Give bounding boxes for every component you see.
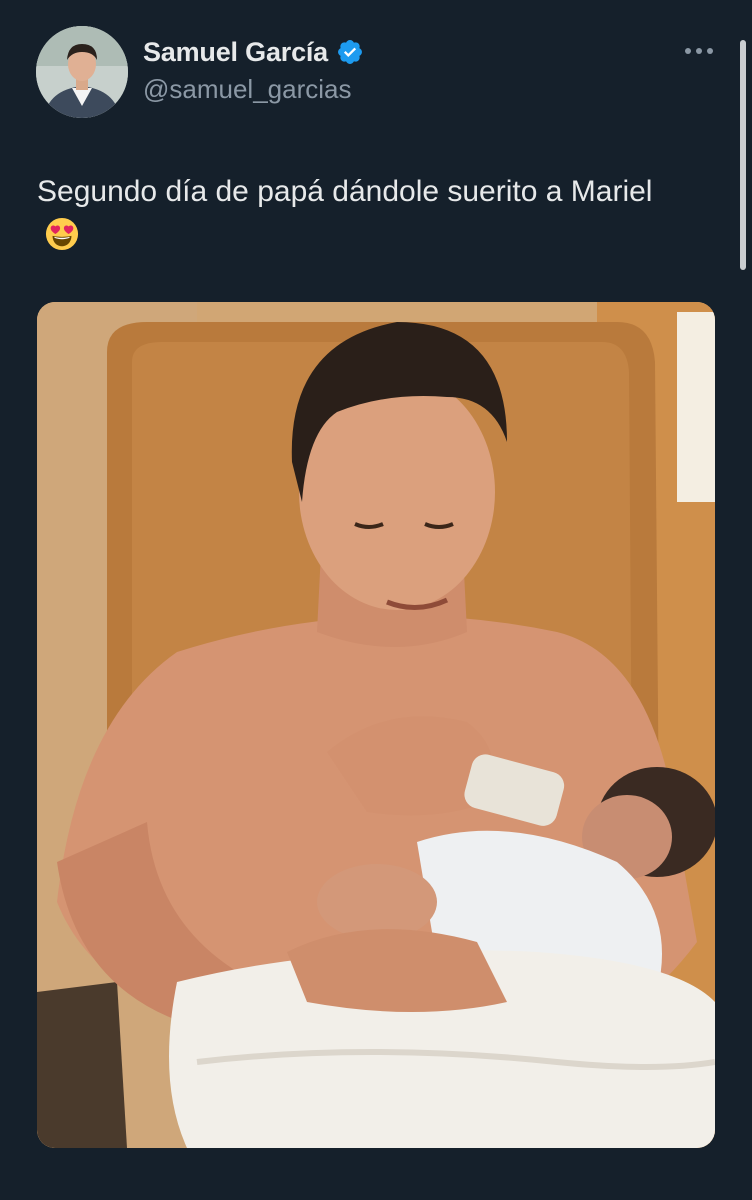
name-row: Samuel García <box>143 34 364 70</box>
avatar[interactable] <box>36 26 128 118</box>
tweet-text: Segundo día de papá dándole suerito a Ma… <box>37 170 677 258</box>
tweet-photo[interactable] <box>37 302 715 1148</box>
tweet-text-content: Segundo día de papá dándole suerito a Ma… <box>37 175 653 208</box>
more-options-icon <box>685 48 713 54</box>
author-info: Samuel García @samuel_garcias <box>143 34 364 105</box>
more-options-button[interactable] <box>682 36 716 66</box>
scrollbar[interactable] <box>740 40 746 270</box>
display-name[interactable]: Samuel García <box>143 37 328 68</box>
handle[interactable]: @samuel_garcias <box>143 74 364 105</box>
tweet: Samuel García @samuel_garcias Segundo dí… <box>0 0 752 1200</box>
verified-badge-icon <box>338 40 362 64</box>
heart-eyes-emoji-icon <box>45 217 79 251</box>
